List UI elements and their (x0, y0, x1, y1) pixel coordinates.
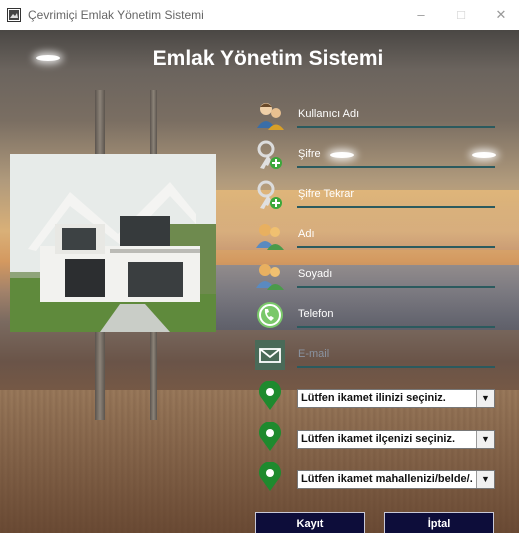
district-selected-value: Lütfen ikamet ilçenizi seçiniz. (301, 433, 456, 445)
key-add-icon (257, 140, 282, 169)
district-select[interactable]: Lütfen ikamet ilçenizi seçiniz. ▼ (297, 430, 495, 449)
house-image (10, 154, 216, 332)
last-name-label: Soyadı (298, 268, 333, 280)
location-pin-icon (259, 381, 281, 410)
key-add-icon (257, 180, 282, 209)
phone-field[interactable]: Telefon (255, 300, 495, 332)
province-selected-value: Lütfen ikamet ilinizi seçiniz. (301, 392, 446, 404)
password-repeat-underline (297, 206, 495, 208)
users-icon (257, 103, 284, 130)
neighborhood-selected-value: Lütfen ikamet mahallenizi/belde/... (301, 473, 473, 485)
province-select[interactable]: Lütfen ikamet ilinizi seçiniz. ▼ (297, 389, 495, 408)
close-button[interactable]: ✕ (490, 4, 512, 26)
password-repeat-label: Şifre Tekrar (298, 188, 355, 200)
location-pin-icon (259, 422, 281, 451)
first-name-field[interactable]: Adı (255, 220, 495, 252)
people-icon (256, 224, 284, 250)
username-label: Kullanıcı Adı (298, 108, 360, 120)
neighborhood-select[interactable]: Lütfen ikamet mahallenizi/belde/... ▼ (297, 470, 495, 489)
username-field[interactable]: Kullanıcı Adı (255, 100, 495, 132)
window-title: Çevrimiçi Emlak Yönetim Sistemi (28, 8, 204, 22)
app-icon (7, 8, 21, 22)
chevron-down-icon[interactable]: ▼ (476, 390, 494, 407)
email-label: E-mail (298, 348, 330, 360)
email-field[interactable]: E-mail (255, 340, 495, 372)
password-repeat-field[interactable]: Şifre Tekrar (255, 180, 495, 212)
cancel-button[interactable]: İptal (384, 512, 494, 533)
chevron-down-icon[interactable]: ▼ (476, 471, 494, 488)
neighborhood-row: Lütfen ikamet mahallenizi/belde/... ▼ (255, 462, 495, 494)
minimize-button[interactable]: – (410, 4, 432, 26)
people-icon (256, 264, 284, 290)
maximize-button[interactable]: □ (450, 4, 472, 26)
password-label: Şifre (298, 148, 321, 160)
mail-icon (255, 340, 285, 370)
password-underline (297, 166, 495, 168)
registration-panel: Emlak Yönetim Sistemi Kullanıcı Adı Şifr… (0, 30, 519, 533)
location-pin-icon (259, 462, 281, 491)
province-row: Lütfen ikamet ilinizi seçiniz. ▼ (255, 381, 495, 413)
last-name-field[interactable]: Soyadı (255, 260, 495, 292)
page-title: Emlak Yönetim Sistemi (152, 47, 384, 70)
last-name-underline (297, 286, 495, 288)
phone-underline (297, 326, 495, 328)
district-row: Lütfen ikamet ilçenizi seçiniz. ▼ (255, 422, 495, 454)
phone-icon (257, 302, 283, 328)
email-underline (297, 366, 495, 368)
chevron-down-icon[interactable]: ▼ (476, 431, 494, 448)
phone-label: Telefon (298, 308, 334, 320)
username-underline (297, 126, 495, 128)
title-bar: Çevrimiçi Emlak Yönetim Sistemi – □ ✕ (0, 0, 519, 30)
first-name-underline (297, 246, 495, 248)
password-field[interactable]: Şifre (255, 140, 495, 172)
register-button[interactable]: Kayıt (255, 512, 365, 533)
first-name-label: Adı (298, 228, 315, 240)
